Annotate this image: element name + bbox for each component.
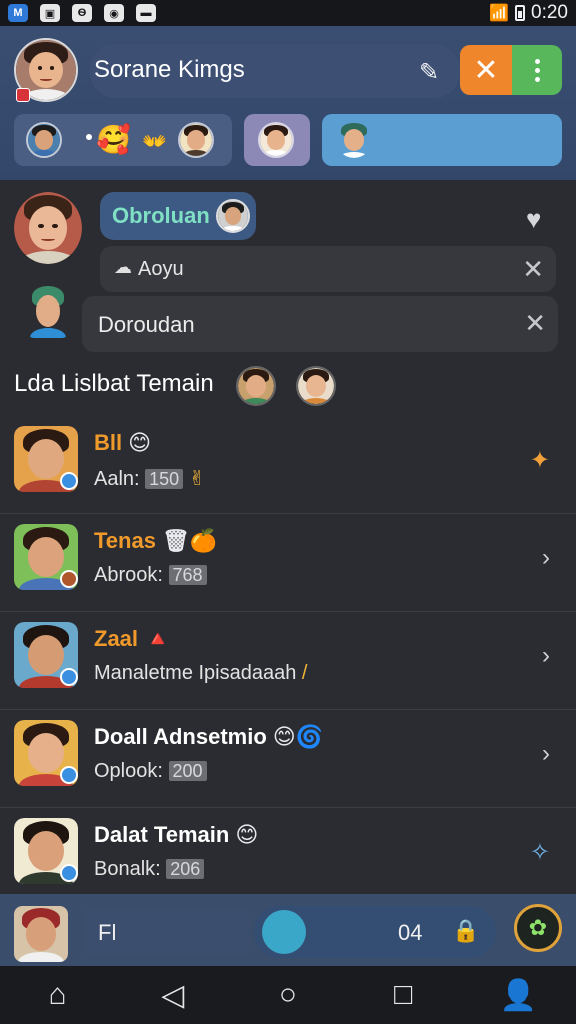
count-label: 04	[398, 920, 423, 945]
contact-meta: Manaletme Ipisadaaah /	[94, 662, 308, 684]
profile-icon[interactable]: 👤	[488, 978, 548, 1013]
sparkle-icon[interactable]: ✧	[530, 838, 550, 867]
gallery-icon: ▬	[136, 4, 156, 22]
shield-icon: Ѳ	[72, 4, 92, 22]
contact-name: Tenas 🗑🍊	[94, 528, 218, 553]
search-field[interactable]: ☁ Aoyu ✕	[100, 246, 556, 292]
chevron-right-icon[interactable]: ›	[542, 740, 550, 768]
contact-name: Doall Adnsetmio 😊🌀	[94, 724, 324, 749]
emoji-icon: 😊🌀	[272, 724, 324, 749]
love-emoji-icon: 🥰	[96, 124, 131, 155]
story-avatar[interactable]	[258, 122, 294, 158]
close-button[interactable]: ✕	[460, 45, 512, 95]
lock-icon[interactable]: 🔒	[452, 918, 479, 944]
media-pill[interactable]: 04 🔒	[254, 906, 496, 958]
recents-icon[interactable]: □	[373, 978, 433, 1012]
home-icon[interactable]: ⌂	[28, 978, 88, 1012]
contact-meta: Oplook: 200	[94, 760, 207, 783]
back-icon[interactable]: ◁	[143, 978, 203, 1013]
story-avatar[interactable]	[336, 122, 372, 158]
sticker-icon[interactable]	[262, 910, 306, 954]
status-bar: M ▣ Ѳ ◉ ▬ 📶 0:20	[0, 0, 576, 26]
verified-icon	[60, 864, 78, 882]
chevron-right-icon[interactable]: ›	[542, 544, 550, 572]
list-item[interactable]: Zaal 🔺 Manaletme Ipisadaaah / ›	[0, 612, 576, 710]
chevron-right-icon[interactable]: ›	[542, 642, 550, 670]
dismiss-suggestion-icon[interactable]: ✕	[524, 308, 546, 339]
list-item[interactable]: Bll 😊 Aaln: 150 ✌ ✦	[0, 416, 576, 514]
contact-chip[interactable]: Obroluan	[100, 192, 256, 240]
verified-icon	[60, 472, 78, 490]
chat-header: Sorane Kimgs ✎ ✕ 🥰 👐	[0, 26, 576, 180]
chat-title: Sorane Kimgs	[94, 56, 245, 83]
suggestion-text: Doroudan	[98, 312, 195, 337]
contact-meta: Aaln: 150 ✌	[94, 468, 206, 490]
heart-icon[interactable]: ♥	[526, 204, 541, 235]
chat-body: Obroluan ♥ ☁ Aoyu ✕ Doroudan ✕ Lda Lislb…	[0, 180, 576, 894]
verified-icon	[60, 668, 78, 686]
contact-name: Dalat Temain 😊	[94, 822, 259, 847]
clear-search-icon[interactable]: ✕	[522, 254, 544, 285]
my-avatar[interactable]	[14, 906, 68, 962]
action-button[interactable]: ✿	[514, 904, 562, 952]
flag-badge	[16, 88, 30, 102]
emoji-icon: 😊	[128, 430, 152, 455]
emoji-icon: 😊	[235, 822, 259, 847]
hands-emoji-icon: 👐	[142, 131, 167, 153]
story-group-3[interactable]	[322, 114, 562, 166]
list-item[interactable]: Doall Adnsetmio 😊🌀 Oplook: 200 ›	[0, 710, 576, 808]
message-input-value: Fl	[98, 920, 117, 945]
separator-dot	[86, 134, 92, 140]
section-avatar[interactable]	[236, 366, 276, 406]
section-title: Lda Lislbat Temain	[14, 370, 214, 397]
suggestion-row[interactable]: Doroudan ✕	[82, 296, 558, 352]
chip-avatar	[216, 199, 250, 233]
story-group-2[interactable]	[244, 114, 310, 166]
edit-icon[interactable]: ✎	[414, 58, 444, 88]
facebook-icon: M	[8, 4, 28, 22]
camera-icon: ◉	[104, 4, 124, 22]
search-value: Aoyu	[138, 258, 184, 280]
story-avatar[interactable]	[178, 122, 214, 158]
contact-meta: Abrook: 768	[94, 564, 207, 587]
list-item[interactable]: Tenas 🗑🍊 Abrook: 768 ›	[0, 514, 576, 612]
contact-list: Bll 😊 Aaln: 150 ✌ ✦ Tenas 🗑🍊 Abrook: 768 ›	[0, 416, 576, 894]
contact-meta: Bonalk: 206	[94, 858, 205, 881]
alert-icon: 🔺	[144, 626, 172, 651]
cloud-icon: ☁	[114, 257, 132, 277]
message-icon: ▣	[40, 4, 60, 22]
spark-icon[interactable]: ✦	[530, 446, 550, 475]
contact-name: Bll 😊	[94, 430, 152, 455]
message-input[interactable]: Fl	[82, 908, 250, 956]
assistant-avatar	[26, 284, 70, 338]
contact-avatar[interactable]	[14, 192, 82, 264]
badge-icon	[60, 570, 78, 588]
compose-bar: Fl 04 🔒 ✿	[0, 894, 576, 966]
verified-icon	[60, 766, 78, 784]
contact-name: Zaal 🔺	[94, 626, 172, 651]
emoji-icon: 🗑🍊	[161, 528, 218, 553]
home-circle-icon[interactable]: ○	[258, 978, 318, 1012]
wifi-icon: 📶	[489, 5, 510, 22]
more-menu-button[interactable]	[512, 45, 562, 95]
contact-chip-label: Obroluan	[112, 203, 210, 228]
battery-icon	[515, 5, 526, 21]
section-avatar[interactable]	[296, 366, 336, 406]
list-item[interactable]: Dalat Temain 😊 Bonalk: 206 ✧	[0, 808, 576, 894]
story-avatar[interactable]	[26, 122, 62, 158]
clock: 0:20	[531, 2, 568, 23]
system-nav-bar: ⌂ ◁ ○ □ 👤	[0, 966, 576, 1024]
story-group-1[interactable]: 🥰 👐	[14, 114, 232, 166]
